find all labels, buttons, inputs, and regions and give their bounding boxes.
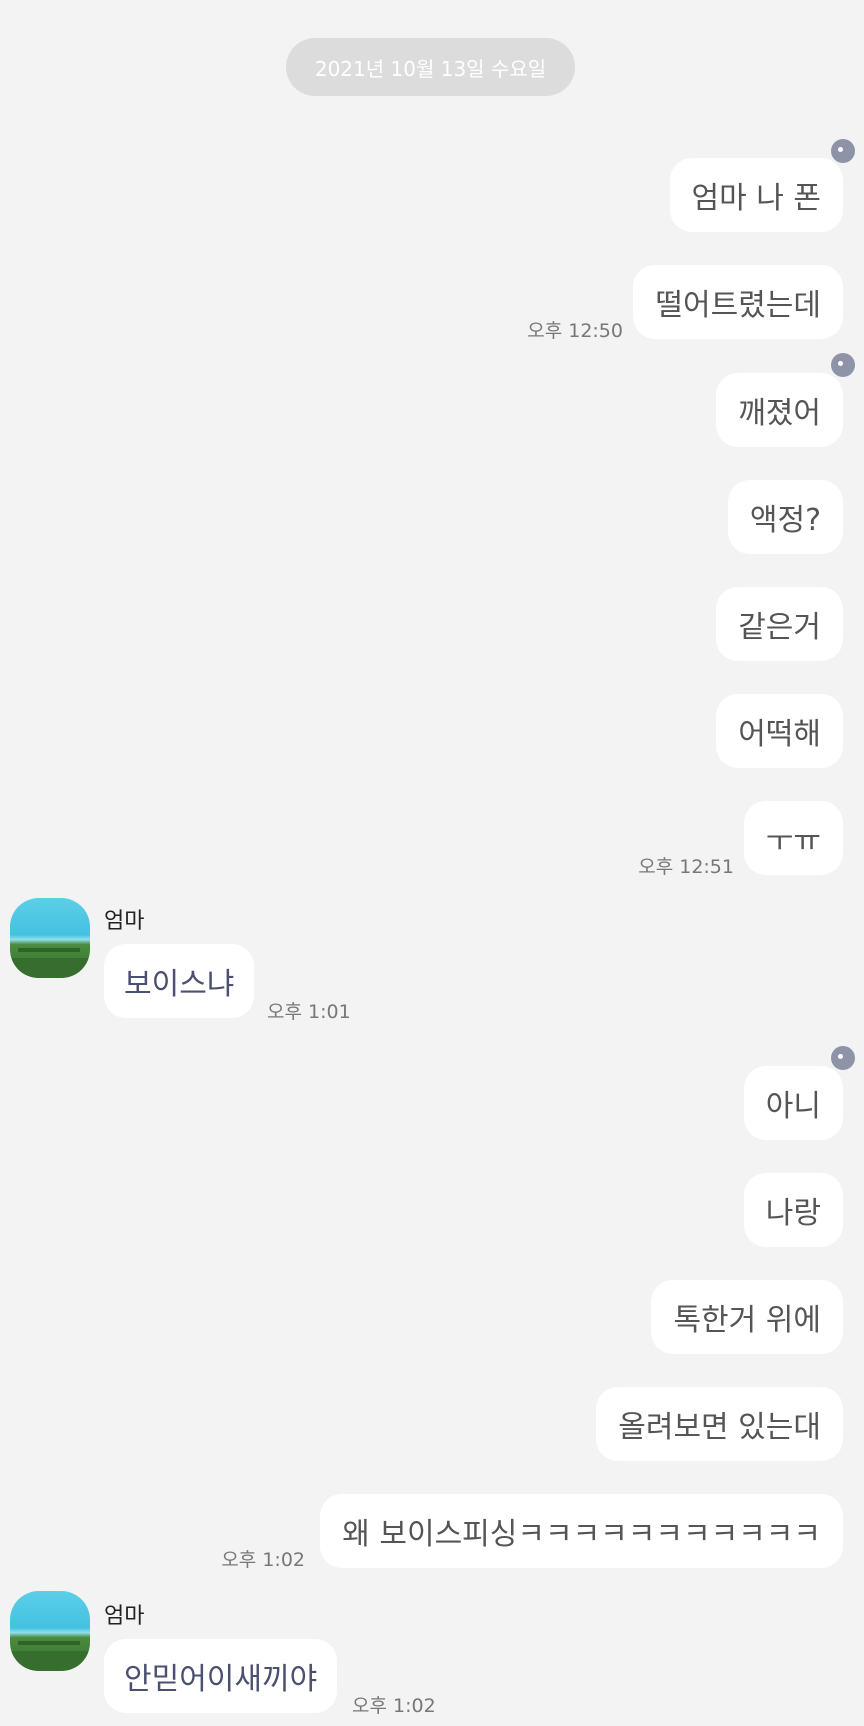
message-bubble-outgoing[interactable]: 아니: [743, 1066, 843, 1140]
message-timestamp: 오후 1:02: [352, 1695, 436, 1717]
message-text: 안믿어이새끼야: [124, 1662, 318, 1697]
message-bubble-outgoing[interactable]: 나랑: [743, 1173, 843, 1247]
message-text: 톡한거 위에: [673, 1303, 821, 1338]
message-text: 어떡해: [738, 717, 821, 752]
message-text: 액정?: [749, 503, 821, 538]
message-timestamp: 오후 12:51: [638, 856, 734, 878]
message-bubble-outgoing[interactable]: 떨어트렸는데: [633, 265, 843, 339]
message-text: 올려보면 있는대: [618, 1410, 821, 1445]
message-bubble-outgoing[interactable]: 엄마 나 폰: [669, 158, 843, 232]
message-text: 깨졌어: [738, 396, 821, 431]
message-bubble-outgoing[interactable]: 올려보면 있는대: [596, 1387, 843, 1461]
message-text: 같은거: [738, 610, 821, 645]
message-text: 나랑: [765, 1196, 821, 1231]
message-bubble-outgoing[interactable]: 액정?: [727, 480, 843, 554]
sender-avatar[interactable]: [10, 1591, 90, 1671]
message-text: 떨어트렸는데: [655, 288, 821, 323]
message-bubble-outgoing[interactable]: 톡한거 위에: [651, 1280, 843, 1354]
sender-avatar[interactable]: [10, 898, 90, 978]
unread-dot-icon: [831, 139, 855, 163]
message-timestamp: 오후 1:02: [221, 1549, 305, 1571]
message-bubble-outgoing[interactable]: 깨졌어: [716, 373, 843, 447]
message-timestamp: 오후 1:01: [267, 1001, 351, 1023]
date-divider-label: 2021년 10월 13일 수요일: [314, 56, 547, 81]
message-timestamp: 오후 12:50: [527, 320, 623, 342]
unread-dot-icon: [831, 1046, 855, 1070]
message-text: ㅜㅠ: [765, 824, 821, 859]
message-bubble-outgoing[interactable]: 같은거: [716, 587, 843, 661]
date-divider: 2021년 10월 13일 수요일: [286, 38, 575, 96]
message-text: 왜 보이스피싱ㅋㅋㅋㅋㅋㅋㅋㅋㅋㅋㅋ: [342, 1517, 821, 1552]
sender-name: 엄마: [104, 909, 145, 934]
message-bubble-outgoing[interactable]: 왜 보이스피싱ㅋㅋㅋㅋㅋㅋㅋㅋㅋㅋㅋ: [320, 1494, 843, 1568]
message-bubble-incoming[interactable]: 보이스냐: [104, 944, 255, 1018]
message-bubble-incoming[interactable]: 안믿어이새끼야: [104, 1639, 338, 1713]
message-text: 엄마 나 폰: [691, 181, 821, 216]
message-text: 보이스냐: [124, 967, 235, 1002]
unread-dot-icon: [831, 353, 855, 377]
message-bubble-outgoing[interactable]: 어떡해: [716, 694, 843, 768]
sender-name: 엄마: [104, 1604, 145, 1629]
message-text: 아니: [765, 1089, 821, 1124]
message-bubble-outgoing[interactable]: ㅜㅠ: [743, 801, 843, 875]
